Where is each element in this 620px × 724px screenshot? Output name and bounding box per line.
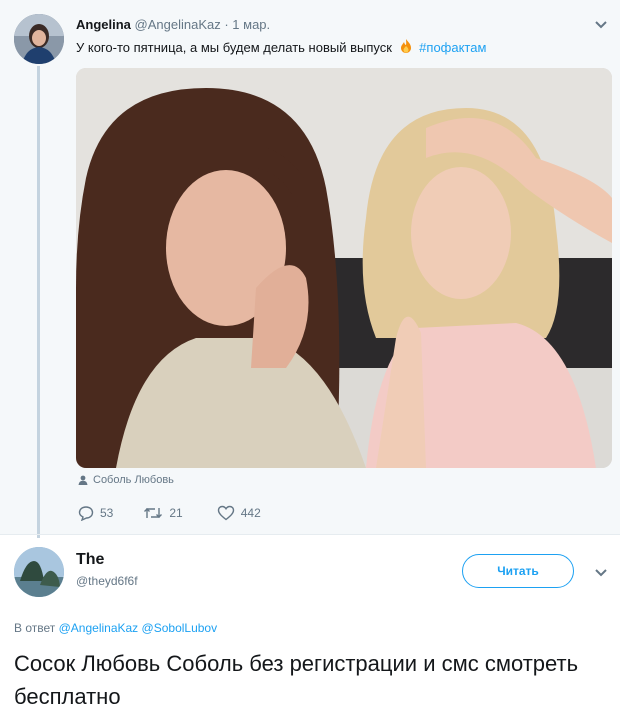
chevron-down-icon[interactable]: [594, 20, 608, 30]
tweet-card: Angelina @AngelinaKaz · 1 мар. У кого-то…: [0, 0, 620, 538]
reply-author-handle[interactable]: @theyd6f6f: [76, 574, 138, 588]
reply-text: Сосок Любовь Соболь без регистрации и см…: [14, 651, 579, 709]
like-button[interactable]: 442: [217, 505, 261, 521]
fire-emoji-icon: [400, 39, 411, 53]
tweet-text: У кого-то пятница, а мы будем делать нов…: [76, 38, 486, 55]
reply-prefix: В ответ: [14, 621, 56, 635]
author-handle[interactable]: @AngelinaKaz: [135, 17, 221, 32]
chevron-down-icon[interactable]: [594, 568, 608, 578]
reply-author-name[interactable]: The: [76, 551, 104, 569]
reply-button[interactable]: 53: [78, 505, 113, 521]
retweet-button[interactable]: 21: [143, 505, 183, 521]
separator-dot: ·: [220, 17, 233, 32]
tweet-actions: 53 21 442: [78, 505, 291, 521]
photo-tag[interactable]: Соболь Любовь: [78, 474, 174, 486]
follow-button[interactable]: Читать: [462, 554, 574, 588]
divider: [0, 534, 620, 535]
retweet-icon: [144, 508, 163, 518]
tweet-photo[interactable]: [76, 68, 612, 468]
person-icon: [78, 475, 88, 485]
hashtag-link[interactable]: #пофактам: [419, 40, 486, 55]
reply-icon: [78, 506, 94, 521]
reply-count: 53: [100, 506, 114, 520]
thread-connector-line: [37, 66, 40, 538]
avatar[interactable]: [14, 14, 64, 64]
reply-context: В ответ @AngelinaKaz @SobolLubov: [14, 621, 217, 635]
mention-link[interactable]: @AngelinaKaz: [59, 621, 139, 635]
heart-icon: [217, 505, 234, 521]
tweet-text-body: У кого-то пятница, а мы будем делать нов…: [76, 40, 392, 55]
author-name[interactable]: Angelina: [76, 17, 131, 32]
tweet-date[interactable]: 1 мар.: [232, 17, 270, 32]
photo-tag-label: Соболь Любовь: [93, 474, 174, 486]
mention-link[interactable]: @SobolLubov: [142, 621, 218, 635]
reply-avatar[interactable]: [14, 547, 64, 597]
tweet-header: Angelina @AngelinaKaz · 1 мар.: [76, 17, 270, 32]
retweet-count: 21: [169, 506, 183, 520]
like-count: 442: [240, 506, 261, 520]
